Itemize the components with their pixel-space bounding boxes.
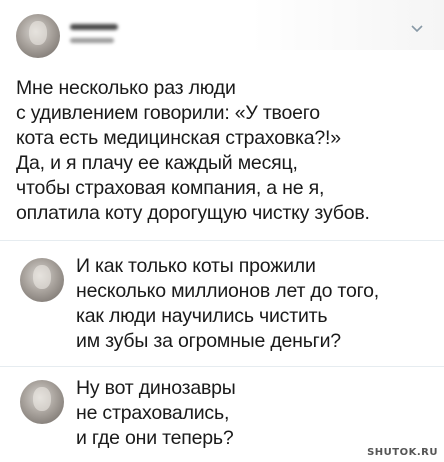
reply-1-text: И как только коты прожили несколько милл… <box>76 255 379 352</box>
chevron-down-icon[interactable] <box>410 24 424 34</box>
divider <box>0 366 444 367</box>
tweet-text: Мне несколько раз люди с удивлением гово… <box>16 77 370 224</box>
watermark: SHUTOK.RU <box>367 447 438 458</box>
reply-1-avatar[interactable] <box>20 258 64 302</box>
author-handle-blurred[interactable] <box>70 38 114 43</box>
divider <box>0 240 444 241</box>
author-avatar[interactable] <box>16 14 60 58</box>
reply-2-text: Ну вот динозавры не страховались, и где … <box>76 377 236 449</box>
reply-2-avatar[interactable] <box>20 380 64 424</box>
author-name-blurred[interactable] <box>70 24 118 30</box>
